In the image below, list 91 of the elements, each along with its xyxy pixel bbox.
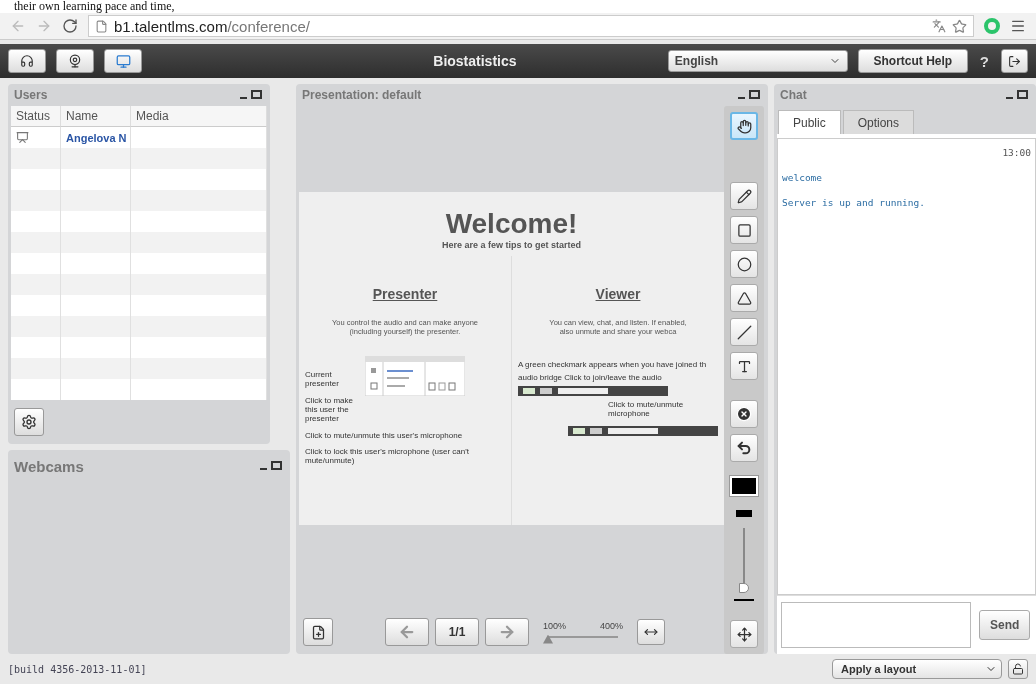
panel-title: Users — [14, 88, 48, 102]
line-tool[interactable] — [730, 318, 758, 346]
column-header[interactable]: Media — [131, 106, 267, 127]
callout-text: Click to mute/unmute — [608, 399, 685, 410]
move-icon — [736, 626, 752, 642]
logout-icon — [1008, 54, 1021, 68]
conference-title: Biostatistics — [432, 53, 518, 69]
undo-button[interactable] — [730, 434, 758, 462]
monitor-icon — [115, 53, 131, 69]
pencil-icon — [736, 188, 752, 204]
zoom-label: 400% — [599, 620, 623, 631]
callout-text: audio bridge Click to join/leave the audio — [518, 372, 663, 382]
triangle-icon — [736, 290, 752, 306]
settings-icon — [21, 414, 37, 430]
send-button[interactable]: Send — [979, 610, 1031, 640]
shortcut-help-button[interactable]: Shortcut Help — [857, 49, 968, 73]
text-tool[interactable] — [730, 352, 758, 380]
upload-button[interactable] — [303, 618, 333, 646]
file-plus-icon — [310, 624, 326, 640]
callout-text: Click to make this user the presenter — [305, 395, 354, 424]
window-buttons-icon[interactable] — [260, 461, 282, 471]
circle-tool[interactable] — [730, 250, 758, 278]
window-buttons-icon[interactable] — [240, 90, 262, 100]
translate-icon — [932, 19, 946, 33]
callout-text: Current presenter — [305, 369, 340, 388]
zoom-label: 100% — [543, 620, 567, 631]
panel-title: Chat — [780, 88, 807, 102]
clear-button[interactable] — [730, 400, 758, 428]
webcam-button[interactable] — [56, 49, 94, 73]
headset-button[interactable] — [8, 49, 46, 73]
page-icon — [95, 19, 108, 33]
fit-width-button[interactable] — [637, 619, 665, 645]
callout-text: Click to mute/unmute this user's microphone — [305, 431, 464, 441]
headset-icon — [20, 54, 34, 68]
lock-button[interactable] — [1008, 659, 1028, 679]
hand-icon — [736, 118, 752, 134]
slider-thumb[interactable] — [739, 583, 749, 593]
rectangle-tool[interactable] — [730, 216, 758, 244]
reload-icon — [62, 18, 78, 34]
column-header[interactable]: Name — [61, 106, 131, 127]
layout-select[interactable]: Apply a layout — [832, 659, 1002, 679]
window-buttons-icon[interactable] — [738, 90, 760, 100]
webcam-icon — [68, 54, 82, 68]
hand-tool[interactable] — [730, 112, 758, 140]
pan-button[interactable] — [730, 620, 758, 648]
slider-thumb[interactable] — [543, 634, 553, 644]
chat-tab[interactable]: Options — [842, 110, 915, 134]
page-caption: their own learning pace and time, — [0, 0, 1036, 13]
message-time: 13:00 — [1001, 147, 1031, 158]
forward-icon — [36, 18, 52, 34]
settings-button[interactable] — [14, 408, 44, 436]
build-info: [build 4356-2013-11-01] — [8, 663, 148, 675]
undo-icon — [736, 440, 752, 456]
callout-text: microphone — [608, 409, 651, 419]
triangle-tool[interactable] — [730, 284, 758, 312]
page-number[interactable]: 1/1 — [435, 618, 479, 646]
message-input[interactable] — [781, 602, 971, 648]
menu-icon — [1010, 18, 1026, 34]
thickness-preview — [736, 510, 752, 517]
unlocked-icon — [1012, 663, 1024, 675]
back-icon — [10, 18, 26, 34]
arrow-right-icon — [498, 623, 516, 641]
logout-button[interactable] — [1001, 49, 1028, 73]
slide-heading: Viewer — [595, 285, 641, 302]
slide-title: Welcome! — [445, 207, 578, 240]
text-icon — [736, 358, 752, 374]
panel-title: Webcams — [14, 457, 84, 475]
callout-text: Click to lock this user's microphone (user can't mute/unmute) — [305, 446, 470, 465]
thin-line-preview — [734, 599, 754, 601]
rectangle-icon — [736, 222, 752, 238]
clear-icon — [736, 406, 752, 422]
desktop-share-button[interactable] — [104, 49, 142, 73]
panel-title: Presentation: default — [302, 88, 422, 102]
address-bar[interactable]: b1.talentlms.com/conference/ — [88, 15, 974, 37]
star-icon — [952, 18, 967, 34]
language-select[interactable]: English — [667, 50, 848, 72]
circle-icon — [736, 256, 752, 272]
slide-subtitle: Here are a few tips to get started — [441, 239, 581, 250]
chat-message: Server is up and running. — [782, 197, 926, 208]
help-link[interactable]: ? — [977, 52, 991, 70]
chat-tab[interactable]: Public — [778, 110, 841, 134]
column-header[interactable]: Status — [11, 106, 61, 127]
color-picker[interactable] — [730, 476, 758, 496]
next-button[interactable] — [485, 618, 529, 646]
chat-message: welcome — [782, 172, 824, 183]
previous-button[interactable] — [385, 618, 429, 646]
pencil-tool[interactable] — [730, 182, 758, 210]
slide-heading: Presenter — [372, 285, 438, 302]
callout-text: A green checkmark appears when you have joined th — [518, 359, 708, 369]
line-icon — [736, 324, 752, 340]
window-buttons-icon[interactable] — [1006, 90, 1028, 100]
